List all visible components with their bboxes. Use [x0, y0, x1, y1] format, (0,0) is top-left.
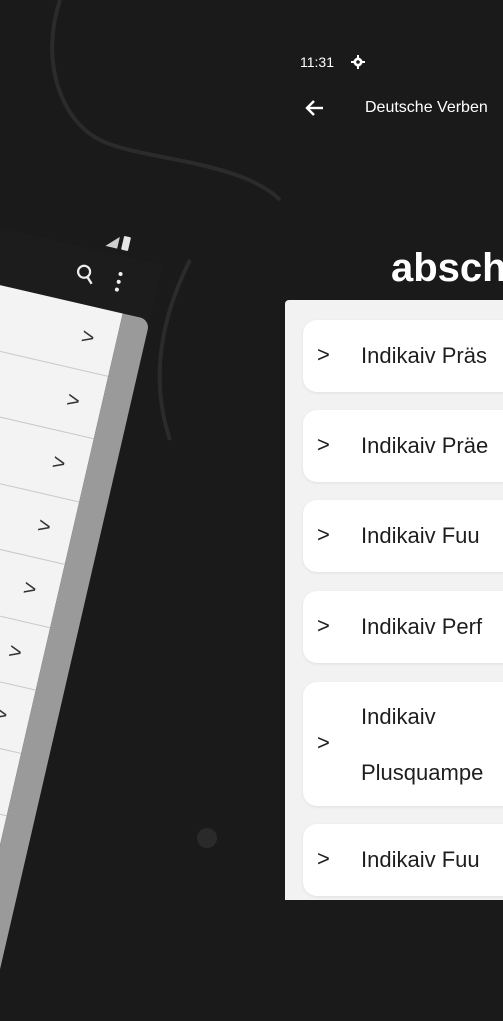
chevron-right-icon: > [21, 574, 40, 602]
chevron-right-icon: > [0, 700, 11, 728]
chevron-right-icon: > [35, 511, 54, 539]
more-vert-icon[interactable] [111, 269, 126, 295]
verb-heading: absch [391, 246, 503, 290]
tense-card[interactable]: > Indikaiv Plusquampe [303, 682, 503, 806]
search-icon[interactable] [71, 260, 100, 289]
chevron-right-icon: > [50, 448, 69, 477]
chevron-right-icon: > [317, 613, 330, 638]
chevron-right-icon: > [317, 846, 330, 871]
app-title: Deutsche Verben [365, 99, 488, 116]
tense-label: Indikaiv Präs [361, 343, 487, 368]
tense-label: Indikaiv Fuu [361, 847, 480, 872]
tense-label: Indikaiv Fuu [361, 523, 480, 548]
back-arrow-icon[interactable] [303, 96, 327, 120]
tense-card[interactable]: > Indikaiv Präe [303, 410, 503, 482]
gear-icon [351, 55, 365, 69]
tense-card[interactable]: > Indikaiv Fuu [303, 500, 503, 572]
chevron-right-icon: > [64, 386, 83, 414]
tense-label: Indikaiv Perf [361, 614, 483, 639]
chevron-right-icon: > [317, 432, 330, 457]
signal-icon [105, 234, 120, 249]
tense-label-line2: Plusquampe [361, 760, 484, 785]
tense-label: Indikaiv Präe [361, 433, 489, 458]
chevron-right-icon: > [317, 522, 330, 547]
battery-icon [121, 235, 132, 252]
chevron-right-icon: > [317, 342, 330, 367]
tense-card[interactable]: > Indikaiv Präs [303, 320, 503, 392]
chevron-right-icon: > [6, 637, 25, 665]
tense-label-line1: Indikaiv [361, 704, 436, 729]
status-time: 11:31 [300, 54, 334, 70]
tense-card[interactable]: > Indikaiv Fuu [303, 824, 503, 896]
tense-card[interactable]: > Indikaiv Perf [303, 591, 503, 663]
right-phone-screen: 11:31 Deutsche Verben absch > Indikaiv P… [285, 0, 503, 900]
tense-list-panel: > Indikaiv Präs > Indikaiv Präe > Indika… [285, 300, 503, 900]
chevron-right-icon: > [317, 730, 330, 755]
chevron-right-icon: > [79, 323, 98, 351]
